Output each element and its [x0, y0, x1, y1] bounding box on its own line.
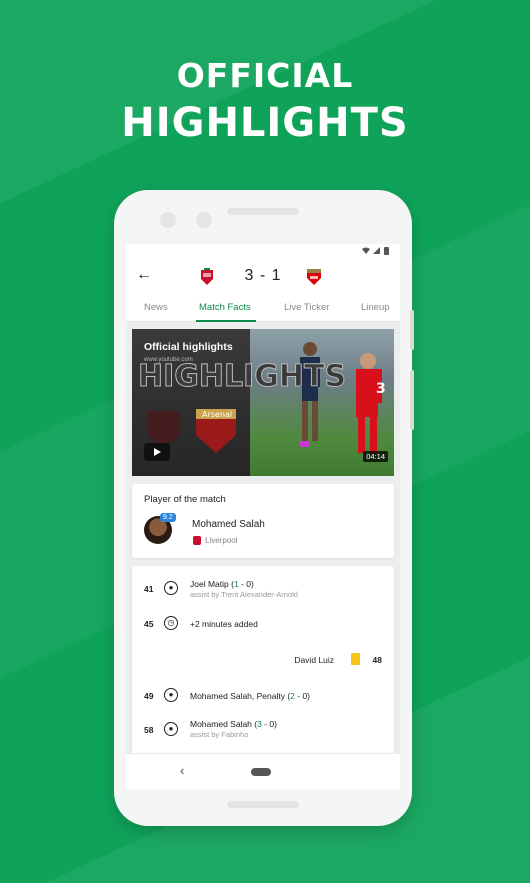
player-team: Liverpool	[205, 536, 238, 545]
tab-live-ticker[interactable]: Live Ticker	[284, 302, 329, 313]
event-minute: 45	[144, 619, 154, 629]
power-button	[410, 370, 414, 430]
tab-match-facts[interactable]: Match Facts	[199, 302, 251, 313]
nav-home-icon[interactable]	[251, 768, 271, 776]
svg-text:3: 3	[376, 381, 386, 397]
match-score: 3 - 1	[244, 267, 282, 284]
ball-icon: ●	[164, 581, 178, 595]
event-text: David Luiz	[294, 655, 334, 665]
ball-icon: ●	[164, 688, 178, 702]
wifi-signal-battery-icon	[362, 247, 389, 255]
event-minute: 41	[144, 584, 154, 594]
match-header: ← 3 - 1	[126, 258, 400, 296]
sensor-icon	[196, 212, 212, 228]
arsenal-crest-icon	[307, 269, 321, 285]
system-navbar: ‹	[126, 753, 400, 789]
svg-text:Arsenal: Arsenal	[202, 410, 232, 419]
video-title: Official highlights	[144, 341, 233, 353]
arsenal-badge-icon: Arsenal	[196, 409, 236, 453]
event-minute: 48	[372, 655, 382, 665]
app-screen: ← 3 - 1 News Match Facts Live Ticker Lin…	[126, 244, 400, 789]
event-text: Joel Matip (1 - 0)	[190, 579, 254, 589]
tab-lineup[interactable]: Lineup	[361, 302, 390, 313]
player-figure-arsenal	[300, 342, 320, 447]
video-duration: 04:14	[363, 451, 388, 462]
status-icons	[362, 247, 392, 257]
ball-icon: ●	[164, 722, 178, 736]
stopwatch-icon: ◷	[164, 616, 178, 630]
video-overlay-text: HIGHLIGHTS	[137, 359, 347, 395]
event-text: +2 minutes added	[190, 619, 258, 629]
player-of-match-title: Player of the match	[144, 494, 226, 505]
promo-title-line2: HIGHLIGHTS	[121, 100, 409, 146]
highlights-video[interactable]: 3 Official highlights www.youtube.com HI…	[132, 329, 394, 476]
event-text: Mohamed Salah (3 - 0)	[190, 719, 277, 729]
volume-button	[410, 310, 414, 350]
status-bar	[126, 244, 400, 258]
tab-news[interactable]: News	[144, 302, 168, 313]
player-name: Mohamed Salah	[192, 519, 265, 530]
play-icon[interactable]	[144, 443, 170, 461]
player-of-match-card[interactable]: Player of the match 9.2 Mohamed Salah Li…	[132, 484, 394, 558]
yellow-card-icon	[351, 653, 360, 665]
tab-bar: News Match Facts Live Ticker Lineup	[126, 296, 400, 322]
camera-icon	[160, 212, 176, 228]
nav-back-icon[interactable]: ‹	[180, 763, 184, 778]
active-tab-indicator	[196, 320, 256, 322]
event-assist: assist by Trent Alexander-Arnold	[190, 590, 298, 599]
phone-bottom-grille	[227, 801, 299, 808]
event-assist: assist by Fabinho	[190, 730, 249, 739]
promo-title-line1: OFFICIAL	[176, 56, 354, 95]
event-text: Mohamed Salah, Penalty (2 - 0)	[190, 691, 311, 701]
phone-frame: ← 3 - 1 News Match Facts Live Ticker Lin…	[114, 190, 414, 826]
speaker-grille	[227, 208, 299, 215]
event-minute: 49	[144, 691, 154, 701]
event-minute: 58	[144, 725, 154, 735]
rating-badge: 9.2	[160, 513, 176, 522]
liverpool-crest-icon	[193, 536, 201, 545]
